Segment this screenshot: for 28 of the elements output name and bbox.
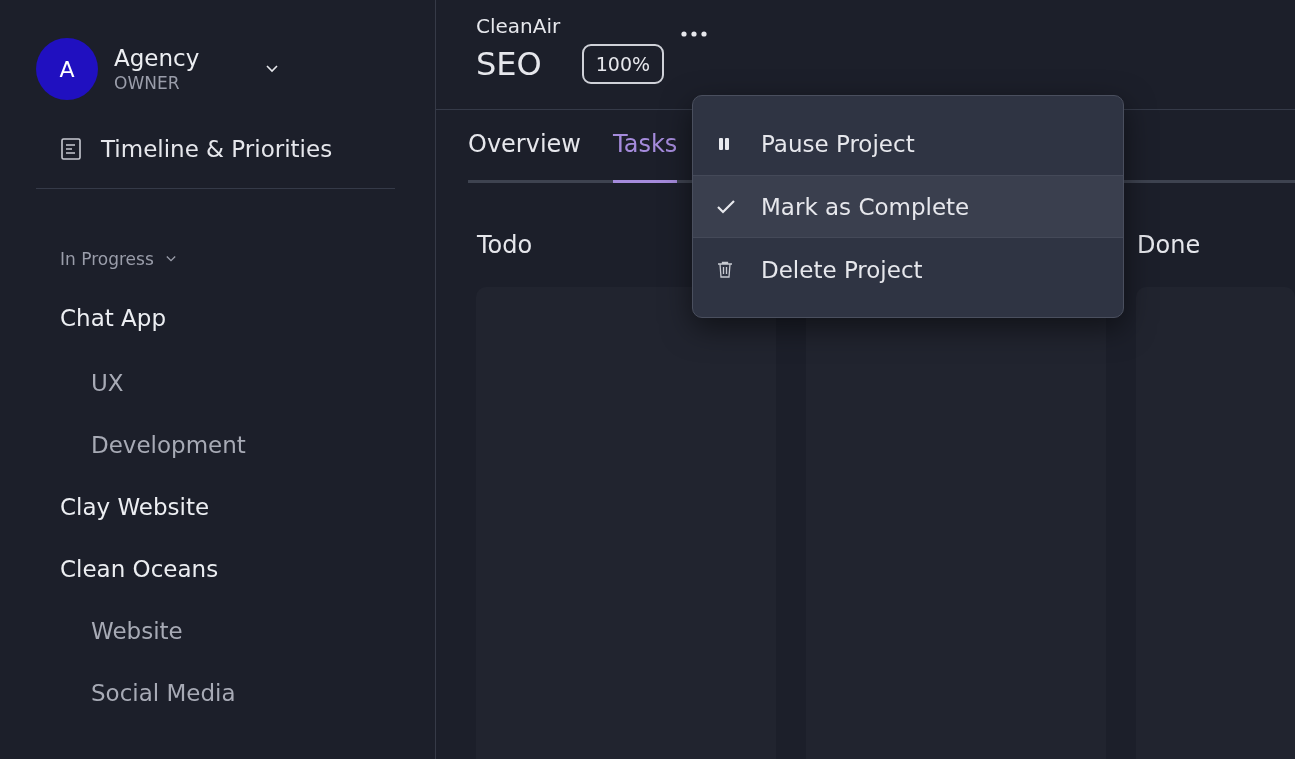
column-title: Todo [477, 231, 533, 259]
tab[interactable]: Overview [468, 130, 581, 183]
nav-item[interactable]: Timeline & Priorities [101, 136, 333, 162]
group-label[interactable]: In Progress [60, 249, 154, 269]
subproject-item[interactable]: Development [36, 414, 395, 476]
project-item[interactable]: Clean Oceans [36, 538, 395, 600]
column-title: Done [1137, 231, 1201, 259]
subproject-item[interactable]: Social Media [36, 662, 395, 724]
chevron-down-icon[interactable] [165, 255, 176, 263]
menu-item[interactable]: Mark as Complete [693, 175, 1123, 238]
client-name: CleanAir [476, 14, 561, 38]
menu-item[interactable]: Delete Project [693, 238, 1123, 301]
pause-icon [717, 136, 731, 151]
project-item[interactable]: Clay Website [36, 476, 395, 538]
document-icon[interactable] [61, 138, 81, 160]
subproject-item[interactable]: UX [36, 352, 395, 414]
more-icon[interactable] [680, 30, 709, 38]
avatar: A [36, 38, 98, 100]
project-title: SEO [476, 45, 542, 83]
check-icon [717, 199, 735, 214]
subproject-item[interactable]: Website [36, 600, 395, 662]
project-item[interactable]: Chat App [36, 283, 395, 352]
progress-badge: 100% [581, 44, 665, 84]
tab[interactable]: Tasks [613, 130, 678, 183]
menu-item[interactable]: Pause Project [693, 112, 1123, 175]
workspace-name: Agency [114, 45, 201, 71]
trash-icon [717, 261, 733, 278]
workspace-role: OWNER [114, 73, 181, 93]
